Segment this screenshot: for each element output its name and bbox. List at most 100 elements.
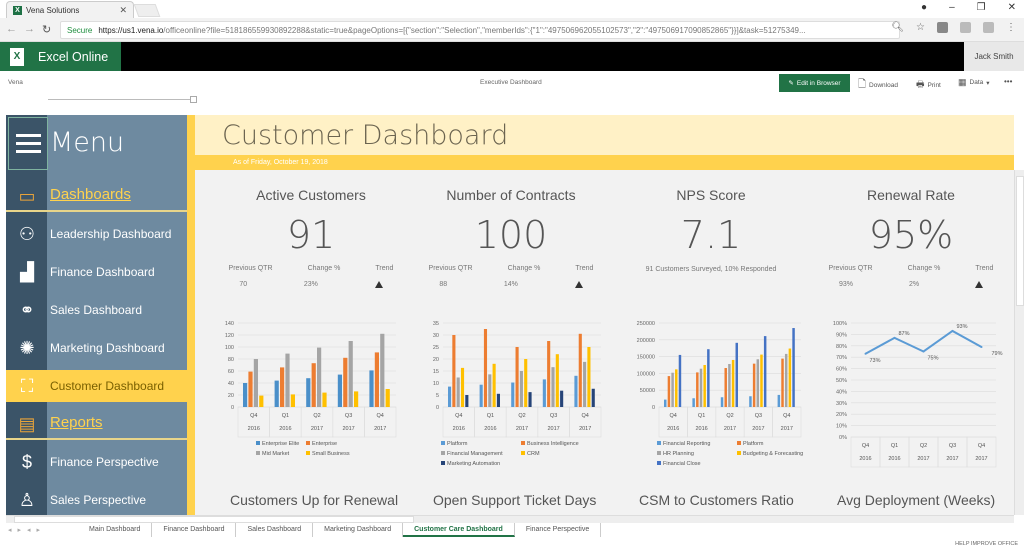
sidebar-item-sales-dashboard[interactable]: ⚭ Sales Dashboard bbox=[6, 294, 187, 326]
forward-icon[interactable]: → bbox=[24, 23, 35, 35]
sheet-nav-arrows[interactable]: ◂▸◂▸ bbox=[0, 526, 78, 534]
vertical-scrollbar[interactable] bbox=[1014, 170, 1024, 515]
zoom-icon[interactable]: 🔍︎ bbox=[891, 22, 904, 33]
x-tick-label: Q1 bbox=[487, 413, 494, 419]
kpi-title: Renewal Rate bbox=[867, 187, 955, 203]
sidebar-menu: Menu ▭ Dashboards ⚇ Leadership Dashboard ▟ Fi… bbox=[6, 115, 187, 515]
excel-brand[interactable]: X Excel Online bbox=[0, 42, 121, 71]
bar bbox=[777, 394, 781, 407]
kpi-value: 7.1 bbox=[680, 213, 742, 257]
y-tick-label: 20 bbox=[228, 393, 234, 399]
y-tick-label: 5 bbox=[436, 393, 439, 399]
x-tick-label: Q4 bbox=[250, 413, 257, 419]
back-icon[interactable]: ← bbox=[6, 23, 17, 35]
close-tab-icon[interactable]: ✕ bbox=[119, 5, 127, 16]
vertical-scroll-thumb[interactable] bbox=[1016, 176, 1024, 306]
sidebar-item-marketing-dashboard[interactable]: ✺ Marketing Dashboard bbox=[6, 332, 187, 364]
bar bbox=[348, 341, 353, 407]
legend-swatch bbox=[441, 451, 445, 455]
bookmark-star-icon[interactable]: ☆ bbox=[916, 22, 925, 33]
bar bbox=[671, 372, 674, 407]
kpi-active-customers: Active Customers 91 Previous QTR Change %… bbox=[211, 187, 411, 288]
legend-label: Budgeting & Forecasting bbox=[743, 451, 803, 457]
sidebar-item-customer-dashboard[interactable]: ⛶ Customer Dashboard bbox=[6, 370, 187, 402]
sheet-tab-sales-dashboard[interactable]: Sales Dashboard bbox=[236, 523, 314, 537]
horizontal-scroll-thumb[interactable] bbox=[14, 516, 414, 523]
zoom-slider[interactable] bbox=[48, 96, 197, 103]
y-tick-label: 0 bbox=[231, 405, 234, 411]
sidebar-item-finance-perspective[interactable]: $ Finance Perspective bbox=[6, 446, 187, 478]
kpi-value: 95% bbox=[868, 213, 954, 257]
sidebar-item-finance-dashboard[interactable]: ▟ Finance Dashboard bbox=[6, 256, 187, 288]
data-label: 93% bbox=[957, 324, 968, 330]
y-tick-label: 20 bbox=[433, 357, 439, 363]
x-tick-label: 2017 bbox=[724, 426, 736, 432]
legend-label: Mid Market bbox=[262, 451, 290, 457]
category-cell bbox=[300, 406, 334, 438]
download-label: Download bbox=[869, 82, 898, 89]
extension-icon[interactable] bbox=[983, 22, 994, 33]
reload-icon[interactable]: ↻ bbox=[42, 23, 51, 36]
edit-in-browser-button[interactable]: ✎ Edit in Browser bbox=[779, 74, 850, 92]
secure-lock-label: Secure bbox=[67, 25, 93, 35]
x-tick-label: Q2 bbox=[920, 443, 927, 449]
bar bbox=[343, 357, 348, 407]
people-icon: ♙ bbox=[18, 490, 36, 510]
more-options-button[interactable]: ••• bbox=[1004, 77, 1012, 86]
download-button[interactable]: 🗋 Download bbox=[858, 77, 898, 94]
bar bbox=[583, 361, 587, 407]
bar bbox=[448, 386, 452, 407]
sidebar-item-dashboards[interactable]: ▭ Dashboards bbox=[6, 180, 187, 212]
bar bbox=[374, 352, 379, 407]
new-tab-button[interactable] bbox=[133, 4, 161, 17]
sheet-tab-finance-perspective[interactable]: Finance Perspective bbox=[515, 523, 602, 537]
bar bbox=[528, 392, 532, 407]
profile-icon[interactable]: ● bbox=[921, 2, 927, 13]
y-tick-label: 250000 bbox=[637, 321, 655, 327]
sidebar-item-sales-perspective[interactable]: ♙ Sales Perspective bbox=[6, 484, 187, 515]
data-label: Data bbox=[969, 79, 984, 86]
sheet-tab-main-dashboard[interactable]: Main Dashboard bbox=[78, 523, 153, 537]
close-window-icon[interactable]: ✕ bbox=[1008, 2, 1016, 13]
sheet-tab-finance-dashboard[interactable]: Finance Dashboard bbox=[152, 523, 237, 537]
pencil-icon: ✎ bbox=[788, 80, 794, 87]
breadcrumb-vena[interactable]: Vena bbox=[8, 79, 23, 86]
legend-swatch bbox=[657, 451, 661, 455]
help-improve-office-link[interactable]: HELP IMPROVE OFFICE bbox=[955, 541, 1018, 547]
sheet-tab-customer-care-dashboard[interactable]: Customer Care Dashboard bbox=[403, 523, 515, 537]
sidebar-item-label: Customer Dashboard bbox=[50, 379, 165, 393]
print-button[interactable]: 🖶 Print bbox=[916, 77, 941, 93]
kpi-title: NPS Score bbox=[676, 187, 746, 203]
x-tick-label: Q3 bbox=[949, 443, 956, 449]
zoom-slider-handle[interactable] bbox=[190, 96, 197, 103]
prev-qtr-value: 93% bbox=[838, 281, 853, 288]
sidebar-item-label: Marketing Dashboard bbox=[50, 341, 165, 355]
restore-icon[interactable]: ❐ bbox=[977, 2, 986, 13]
user-name[interactable]: Jack Smith bbox=[964, 42, 1024, 71]
x-tick-label: 2016 bbox=[248, 426, 260, 432]
legend-label: Enterprise Elite bbox=[262, 441, 299, 447]
data-menu-button[interactable]: ▦ Data ▾ bbox=[958, 77, 990, 88]
prev-qtr-label: Previous QTR bbox=[828, 265, 873, 272]
bar bbox=[763, 336, 767, 407]
horizontal-scrollbar[interactable] bbox=[6, 515, 1014, 523]
extension-icon[interactable] bbox=[960, 22, 971, 33]
bar bbox=[724, 368, 727, 407]
kpi-value: 91 bbox=[286, 213, 336, 257]
sidebar-item-leadership-dashboard[interactable]: ⚇ Leadership Dashboard bbox=[6, 218, 187, 250]
sheet-tab-marketing-dashboard[interactable]: Marketing Dashboard bbox=[313, 523, 404, 537]
extension-icon[interactable] bbox=[937, 22, 948, 33]
browser-tab[interactable]: X Vena Solutions ✕ bbox=[6, 1, 134, 18]
hamburger-menu-icon[interactable] bbox=[8, 117, 48, 170]
data-label: 75% bbox=[928, 356, 939, 362]
url-input[interactable]: Secure https://us1.vena.io /officeonline… bbox=[60, 21, 900, 39]
browser-menu-icon[interactable]: ⋮ bbox=[1006, 22, 1016, 33]
y-tick-label: 150000 bbox=[637, 355, 655, 361]
data-point bbox=[893, 336, 896, 339]
bar bbox=[285, 353, 290, 407]
trend-label: Trend bbox=[975, 265, 994, 272]
sidebar-item-reports[interactable]: ▤ Reports bbox=[6, 408, 187, 440]
bar bbox=[280, 367, 285, 407]
bar bbox=[369, 370, 374, 407]
minimize-icon[interactable]: – bbox=[949, 2, 955, 13]
